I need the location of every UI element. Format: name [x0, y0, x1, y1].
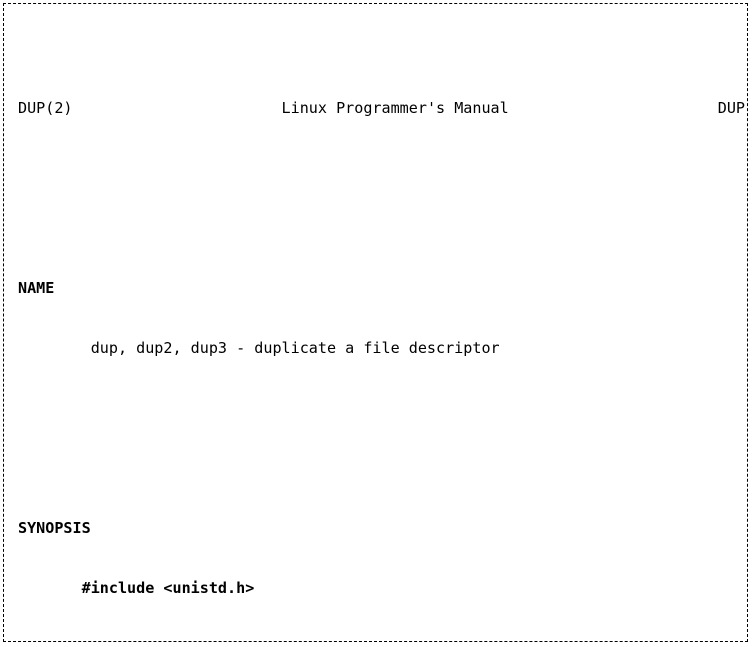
header-center-title: Linux Programmer's Manual: [281, 99, 509, 117]
man-page-frame: DUP(2) Linux Programmer's Manual DUP(2) …: [3, 3, 748, 642]
section-heading-name: NAME: [18, 279, 55, 297]
section-heading-synopsis: SYNOPSIS: [18, 519, 91, 537]
header-right-title: DUP(2): [717, 99, 747, 117]
name-description-line: dup, dup2, dup3 - duplicate a file descr…: [18, 339, 500, 357]
synopsis-include-unistd: #include <unistd.h>: [18, 578, 747, 598]
header-left-title: DUP(2): [18, 99, 73, 117]
header-gap-right: [509, 99, 718, 117]
header-gap-left: [73, 99, 282, 117]
man-page-content: DUP(2) Linux Programmer's Manual DUP(2) …: [18, 18, 747, 641]
man-header-line: DUP(2) Linux Programmer's Manual DUP(2): [18, 98, 747, 118]
code-text: #include <unistd.h>: [81, 579, 255, 597]
